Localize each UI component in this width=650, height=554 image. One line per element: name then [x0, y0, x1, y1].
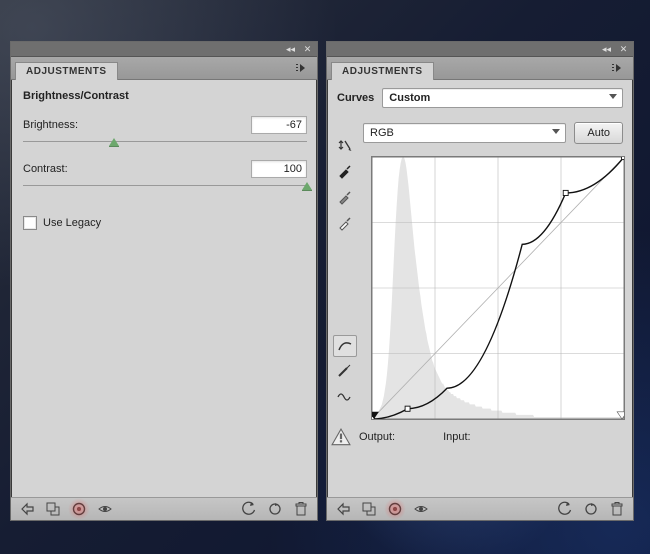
preset-value: Custom — [389, 92, 430, 104]
tab-row: ADJUSTMENTS — [327, 57, 633, 80]
panel-titlebar[interactable]: ◂◂ ✕ — [11, 42, 317, 57]
collapse-icon[interactable]: ◂◂ — [601, 44, 612, 55]
clip-to-layer-icon[interactable] — [387, 501, 403, 517]
black-point-eyedropper-icon[interactable] — [334, 161, 356, 181]
previous-state-icon[interactable] — [557, 501, 573, 517]
panel-titlebar[interactable]: ◂◂ ✕ — [327, 42, 633, 57]
use-legacy-label: Use Legacy — [43, 217, 101, 229]
flyout-menu-icon[interactable] — [611, 62, 625, 74]
trash-icon[interactable] — [293, 501, 309, 517]
smooth-curve-icon[interactable] — [333, 385, 355, 405]
output-label: Output: — [359, 431, 395, 443]
close-icon[interactable]: ✕ — [618, 44, 629, 55]
brightness-label: Brightness: — [23, 119, 78, 131]
section-title: Brightness/Contrast — [23, 90, 307, 102]
previous-state-icon[interactable] — [241, 501, 257, 517]
return-to-list-icon[interactable] — [335, 501, 351, 517]
input-label: Input: — [443, 431, 471, 443]
visibility-icon[interactable] — [413, 501, 429, 517]
curves-grid[interactable] — [371, 156, 625, 420]
collapse-icon[interactable]: ◂◂ — [285, 44, 296, 55]
reset-icon[interactable] — [267, 501, 283, 517]
return-to-list-icon[interactable] — [19, 501, 35, 517]
expanded-view-icon[interactable] — [45, 501, 61, 517]
auto-button[interactable]: Auto — [574, 122, 623, 144]
clip-to-layer-icon[interactable] — [71, 501, 87, 517]
tab-row: ADJUSTMENTS — [11, 57, 317, 80]
clip-warning-icon[interactable] — [331, 428, 351, 446]
contrast-input[interactable]: 100 — [251, 160, 307, 178]
preset-dropdown[interactable]: Custom — [382, 88, 623, 108]
edit-points-icon[interactable] — [333, 335, 357, 357]
panel-body: Brightness/Contrast Brightness: -67 Cont… — [11, 80, 317, 497]
panel-body: Curves Custom — [327, 80, 633, 497]
trash-icon[interactable] — [609, 501, 625, 517]
section-title: Curves — [337, 92, 374, 104]
brightness-slider[interactable] — [23, 138, 307, 150]
draw-curve-icon[interactable] — [333, 361, 355, 381]
brightness-input[interactable]: -67 — [251, 116, 307, 134]
use-legacy-checkbox[interactable] — [23, 216, 37, 230]
channel-dropdown[interactable]: RGB — [363, 123, 566, 143]
brightness-contrast-panel: ◂◂ ✕ ADJUSTMENTS Brightness/Contrast Bri… — [10, 41, 318, 521]
on-image-adjust-icon[interactable] — [334, 135, 356, 155]
white-point-eyedropper-icon[interactable] — [334, 213, 356, 233]
tab-adjustments[interactable]: ADJUSTMENTS — [331, 62, 434, 80]
visibility-icon[interactable] — [97, 501, 113, 517]
channel-value: RGB — [370, 127, 394, 139]
tab-adjustments[interactable]: ADJUSTMENTS — [15, 62, 118, 80]
close-icon[interactable]: ✕ — [302, 44, 313, 55]
gray-point-eyedropper-icon[interactable] — [334, 187, 356, 207]
flyout-menu-icon[interactable] — [295, 62, 309, 74]
panel-footer — [11, 497, 317, 520]
curves-panel: ◂◂ ✕ ADJUSTMENTS Curves Custom — [326, 41, 634, 521]
contrast-slider[interactable] — [23, 182, 307, 194]
section-title-row: Curves Custom — [337, 88, 623, 108]
expanded-view-icon[interactable] — [361, 501, 377, 517]
contrast-label: Contrast: — [23, 163, 68, 175]
panel-footer — [327, 497, 633, 520]
reset-icon[interactable] — [583, 501, 599, 517]
